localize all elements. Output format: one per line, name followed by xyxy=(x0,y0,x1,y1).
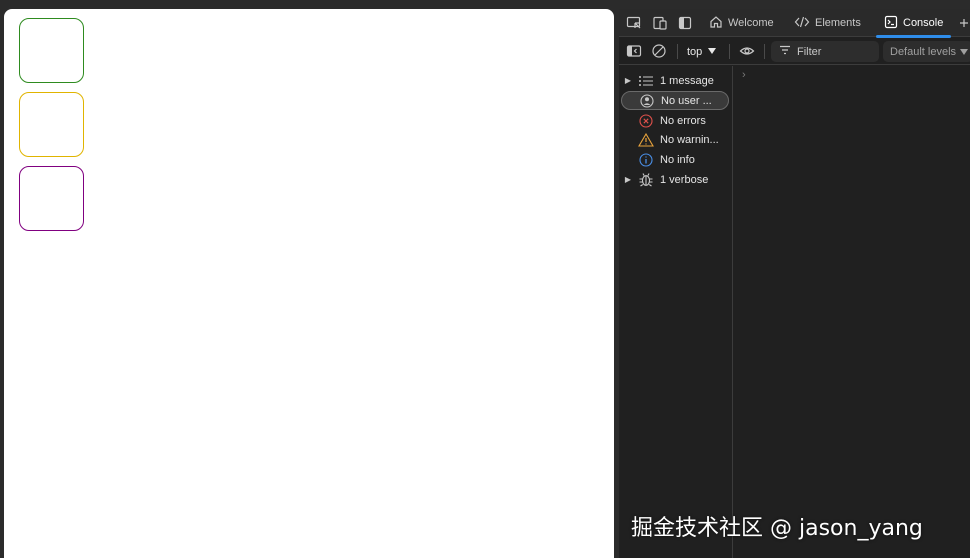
tab-console[interactable]: Console xyxy=(875,9,952,38)
home-icon xyxy=(709,15,723,32)
live-expression-eye-icon[interactable] xyxy=(738,42,756,60)
toolbar-divider xyxy=(764,44,765,59)
caret-down-icon xyxy=(960,46,969,58)
sidebar-item-label: No warnin... xyxy=(660,133,719,146)
log-levels-value: Default levels xyxy=(890,45,957,58)
console-icon xyxy=(884,15,898,32)
devtools-panel: Welcome Elements Console top Filter Defa… xyxy=(619,9,970,558)
watermark: 掘金技术社区 @ jason_yang xyxy=(631,516,923,541)
tab-welcome[interactable]: Welcome xyxy=(709,9,774,37)
tab-elements[interactable]: Elements xyxy=(794,9,861,37)
filter-placeholder: Filter xyxy=(797,45,822,58)
info-icon xyxy=(638,152,654,167)
warning-icon xyxy=(638,132,654,147)
clear-console-icon[interactable] xyxy=(650,42,668,60)
purple-box xyxy=(19,166,84,231)
context-select[interactable]: top xyxy=(687,43,717,60)
filter-icon xyxy=(779,45,791,58)
toolbar-divider xyxy=(677,44,678,59)
list-icon xyxy=(638,74,654,88)
tab-elements-label: Elements xyxy=(815,17,861,29)
sidebar-item-info[interactable]: No info xyxy=(621,150,729,169)
sidebar-item-user-messages[interactable]: No user ... xyxy=(621,91,729,110)
green-box xyxy=(19,18,84,83)
expand-arrow-icon[interactable]: ▶ xyxy=(621,76,635,85)
devtools-tab-bar: Welcome Elements Console xyxy=(619,9,970,38)
sidebar-item-label: No info xyxy=(660,153,695,166)
console-prompt-caret: › xyxy=(742,69,746,81)
sidebar-item-label: 1 message xyxy=(660,74,714,87)
filter-input[interactable]: Filter xyxy=(771,41,879,62)
console-output[interactable]: › xyxy=(734,66,970,558)
dock-side-icon[interactable] xyxy=(676,14,694,32)
console-sidebar: ▶ 1 message No user ... No errors No war… xyxy=(619,66,733,558)
inspect-element-icon[interactable] xyxy=(625,14,643,32)
error-icon xyxy=(638,113,654,128)
sidebar-item-errors[interactable]: No errors xyxy=(621,111,729,130)
caret-down-icon xyxy=(707,46,717,58)
log-levels-select[interactable]: Default levels xyxy=(883,41,970,62)
user-icon xyxy=(639,93,655,108)
context-select-value: top xyxy=(687,45,703,58)
bug-icon xyxy=(638,173,654,187)
code-brackets-icon xyxy=(794,15,810,32)
sidebar-item-messages[interactable]: ▶ 1 message xyxy=(621,71,729,90)
device-emulation-icon[interactable] xyxy=(651,14,669,32)
sidebar-toggle-icon[interactable] xyxy=(625,42,643,60)
console-toolbar: top Filter Default levels xyxy=(619,38,970,65)
sidebar-item-label: No user ... xyxy=(661,94,712,107)
more-tabs-icon[interactable] xyxy=(958,14,970,32)
toolbar-divider xyxy=(729,44,730,59)
sidebar-item-warnings[interactable]: No warnin... xyxy=(621,130,729,149)
sidebar-item-label: 1 verbose xyxy=(660,173,709,186)
tab-welcome-label: Welcome xyxy=(728,17,774,29)
sidebar-item-verbose[interactable]: ▶ 1 verbose xyxy=(621,170,729,189)
page-viewport xyxy=(4,9,614,558)
sidebar-item-label: No errors xyxy=(660,114,706,127)
tab-console-label: Console xyxy=(903,17,944,29)
yellow-box xyxy=(19,92,84,157)
expand-arrow-icon[interactable]: ▶ xyxy=(621,175,635,184)
